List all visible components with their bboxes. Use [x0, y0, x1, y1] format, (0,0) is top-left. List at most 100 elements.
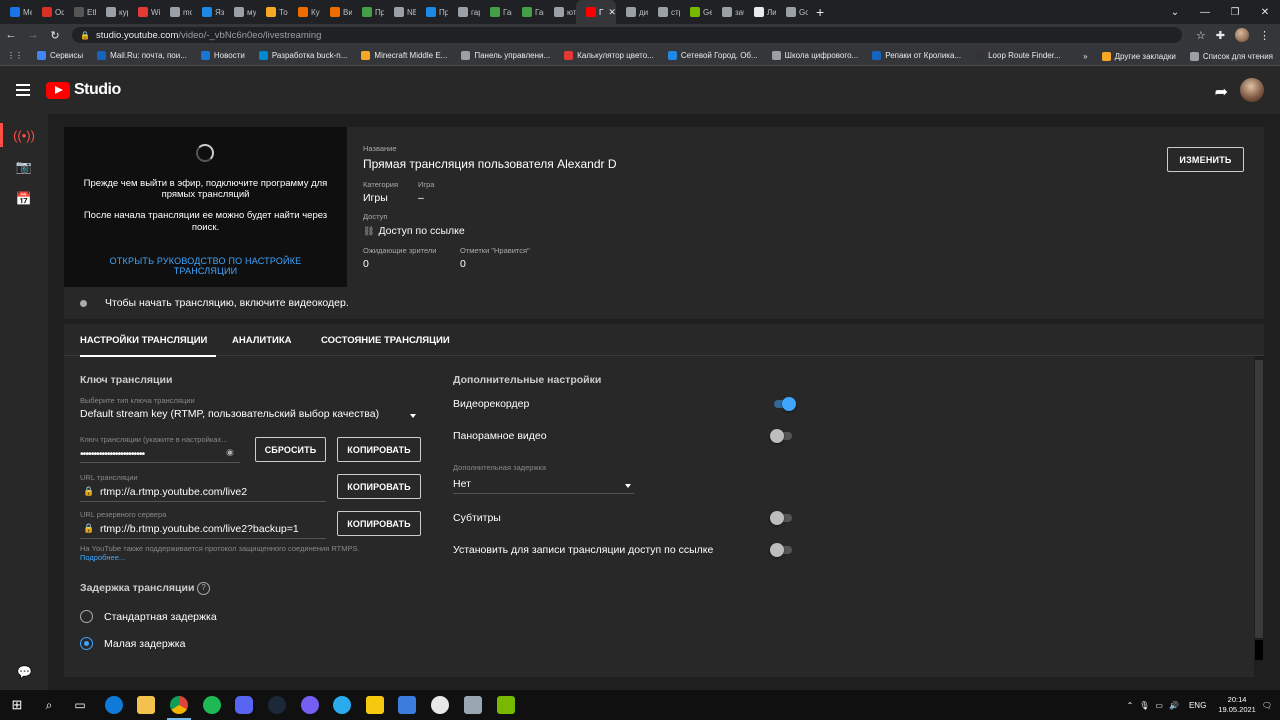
minimize-icon[interactable]: —	[1190, 7, 1220, 18]
microphone-icon[interactable]: 🎙	[1139, 701, 1149, 710]
discord-icon[interactable]	[235, 696, 253, 714]
chevron-down-icon[interactable]	[625, 484, 631, 488]
browser-tab[interactable]: Гара	[480, 0, 512, 24]
clock[interactable]: 20:14 19.05.2021	[1218, 695, 1256, 715]
copy-key-button[interactable]: КОПИРОВАТЬ	[337, 437, 421, 462]
latency-low-radio[interactable]	[80, 637, 93, 650]
tab-stream-settings[interactable]: НАСТРОЙКИ ТРАНСЛЯЦИИ	[80, 324, 216, 357]
browser-tab[interactable]: гара	[448, 0, 480, 24]
key-type-select[interactable]: Default stream key (RTMP, пользовательск…	[80, 408, 379, 420]
browser-tab[interactable]: Купи	[288, 0, 320, 24]
app-icon[interactable]	[366, 696, 384, 714]
account-avatar[interactable]	[1240, 78, 1264, 102]
browser-tab[interactable]: Gefo	[680, 0, 712, 24]
feedback-icon[interactable]: 💬	[17, 665, 32, 679]
copy-backup-url-button[interactable]: КОПИРОВАТЬ	[337, 511, 421, 536]
bookmark-item[interactable]: Школа цифрового...	[765, 51, 866, 60]
stream-url-input[interactable]: rtmp://a.rtmp.youtube.com/live2	[100, 486, 247, 498]
stream-key-input[interactable]: ••••••••••••••••••••••••	[80, 448, 145, 460]
windows-start-icon[interactable]: ⊞	[8, 696, 26, 714]
help-icon[interactable]: ?	[197, 582, 210, 595]
star-icon[interactable]: ☆	[1196, 29, 1206, 42]
task-view-icon[interactable]: ▭	[71, 696, 89, 714]
unlisted-recording-toggle[interactable]	[770, 543, 792, 557]
bookmark-item[interactable]: Loop Route Finder...	[968, 51, 1068, 60]
extensions-icon[interactable]: ✚	[1216, 29, 1225, 42]
address-bar[interactable]: 🔒 studio.youtube.com/video/-_vbNc6n0eo/l…	[72, 27, 1182, 43]
subtitles-toggle[interactable]	[770, 511, 792, 525]
stream-icon[interactable]: ((•))	[0, 119, 48, 151]
viber-icon[interactable]	[301, 696, 319, 714]
browser-tab[interactable]: муст	[224, 0, 256, 24]
browser-tab[interactable]: забы	[712, 0, 744, 24]
browser-tab[interactable]: Офс	[32, 0, 64, 24]
hamburger-menu-icon[interactable]	[16, 84, 30, 96]
browser-tab[interactable]: курс	[96, 0, 128, 24]
reset-key-button[interactable]: СБРОСИТЬ	[255, 437, 326, 462]
bookmark-item[interactable]: Панель управлени...	[454, 51, 557, 60]
steam-icon[interactable]	[268, 696, 286, 714]
settings-scrollbar[interactable]	[1254, 356, 1264, 677]
reload-icon[interactable]: ↻	[44, 29, 66, 42]
edge-icon[interactable]	[105, 696, 123, 714]
bookmark-item[interactable]: Репаки от Кролика...	[865, 51, 968, 60]
studio-logo[interactable]: Studio	[46, 81, 121, 99]
share-icon[interactable]: ➦	[1215, 82, 1228, 102]
maximize-icon[interactable]: ❐	[1220, 7, 1250, 18]
close-tab-icon[interactable]: ✕	[608, 7, 616, 18]
reading-list[interactable]: Список для чтения	[1183, 51, 1280, 61]
browser-tab[interactable]: Goo	[776, 0, 808, 24]
camera-icon[interactable]: 📷	[0, 151, 48, 183]
chevron-down-icon[interactable]	[410, 414, 416, 418]
bookmark-item[interactable]: Новости	[194, 51, 252, 60]
calendar-icon[interactable]: 📅	[0, 183, 48, 215]
bookmark-item[interactable]: Сервисы	[30, 51, 90, 60]
browser-tab[interactable]: NEO	[384, 0, 416, 24]
close-window-icon[interactable]: ✕	[1250, 7, 1280, 18]
forward-icon[interactable]: →	[22, 29, 44, 41]
menu-icon[interactable]: ⋮	[1259, 29, 1270, 42]
browser-tab[interactable]: Прис	[352, 0, 384, 24]
file-explorer-icon[interactable]	[137, 696, 155, 714]
browser-tab[interactable]: Мес	[0, 0, 32, 24]
browser-tab[interactable]: ютуб	[544, 0, 576, 24]
bookmark-item[interactable]: Сетевой Город. Об...	[661, 51, 765, 60]
panorama-toggle[interactable]	[770, 429, 792, 443]
browser-tab[interactable]: Гара	[512, 0, 544, 24]
browser-tab[interactable]: Wio	[128, 0, 160, 24]
browser-tab[interactable]: Това	[256, 0, 288, 24]
network-icon[interactable]: ▭	[1155, 701, 1163, 710]
learn-more-link[interactable]: Подробнее...	[80, 553, 125, 562]
visibility-off-icon[interactable]: ◉	[226, 447, 234, 458]
bookmark-item[interactable]: Minecraft Middle E...	[354, 51, 454, 60]
edit-button[interactable]: ИЗМЕНИТЬ	[1167, 147, 1244, 172]
telegram-icon[interactable]	[333, 696, 351, 714]
browser-tab[interactable]: Виде	[320, 0, 352, 24]
app-icon[interactable]	[464, 696, 482, 714]
browser-tab[interactable]: Личн	[744, 0, 776, 24]
chrome-icon[interactable]	[170, 696, 188, 714]
language-indicator[interactable]: ENG	[1189, 701, 1206, 710]
spotify-icon[interactable]	[203, 696, 221, 714]
app-icon[interactable]	[398, 696, 416, 714]
browser-tab[interactable]: Язык	[192, 0, 224, 24]
bookmark-other[interactable]: Другие закладки	[1095, 51, 1183, 61]
setup-guide-link[interactable]: ОТКРЫТЬ РУКОВОДСТВО ПО НАСТРОЙКЕ ТРАНСЛЯ…	[80, 256, 331, 276]
bookmarks-overflow-icon[interactable]: »	[1076, 52, 1094, 61]
volume-icon[interactable]: 🔊	[1169, 701, 1179, 710]
latency-standard-radio[interactable]	[80, 610, 93, 623]
profile-avatar[interactable]	[1235, 28, 1249, 42]
tray-chevron-icon[interactable]: ⌃	[1127, 701, 1134, 710]
apps-icon[interactable]: ⋮⋮	[0, 51, 30, 60]
bookmark-item[interactable]: Калькулятор цвето...	[557, 51, 661, 60]
bookmark-item[interactable]: Mail.Ru: почта, пои...	[90, 51, 194, 60]
bookmark-item[interactable]: Разработка buck-n...	[252, 51, 355, 60]
tab-stream-health[interactable]: СОСТОЯНИЕ ТРАНСЛЯЦИИ	[321, 324, 450, 356]
browser-tab[interactable]: диск	[616, 0, 648, 24]
notifications-icon[interactable]: 🗨	[1262, 701, 1272, 710]
nvidia-icon[interactable]	[497, 696, 515, 714]
browser-tab[interactable]: mod	[160, 0, 192, 24]
search-icon[interactable]: ⌕	[40, 696, 58, 714]
browser-tab[interactable]: Прос	[416, 0, 448, 24]
browser-tab[interactable]: стри	[648, 0, 680, 24]
